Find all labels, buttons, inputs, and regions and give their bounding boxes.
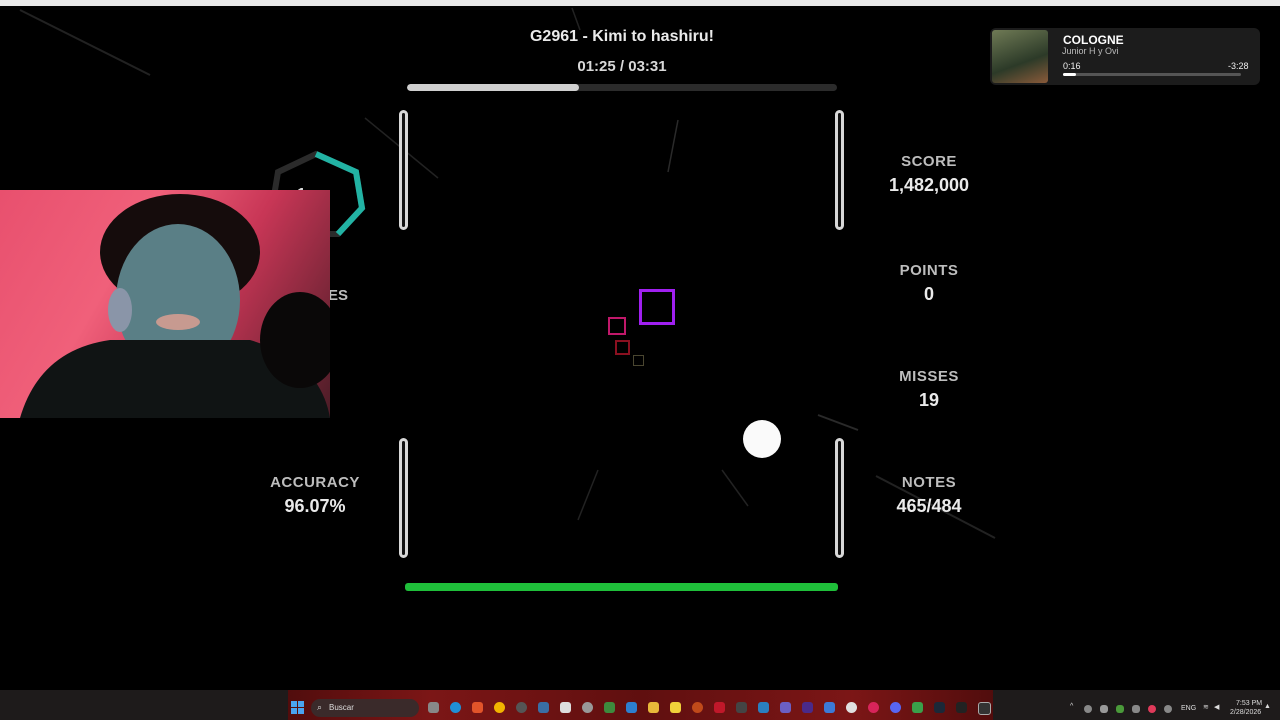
notes-value: 465/484 [896,496,962,516]
chevron-up-icon[interactable]: ^ [1070,703,1073,710]
clock-date[interactable]: 2/28/2026 [1230,709,1261,716]
note-square [639,289,675,325]
game-window-icon[interactable] [978,702,991,715]
tray-icon[interactable] [1100,705,1108,713]
health-bar [405,583,838,591]
search-placeholder: Buscar [329,703,354,712]
discord-icon[interactable] [890,702,901,713]
misses-value: 19 [918,390,940,410]
hidden-stat-label: ES [328,287,349,304]
taskbar-search[interactable] [311,699,419,717]
streak-line [667,119,679,173]
volume-icon[interactable]: ◀ [1214,703,1219,711]
now-playing-elapsed: 0:16 [1063,61,1081,71]
streamer-silhouette [20,194,330,418]
misses-label: MISSES [899,368,959,385]
notepad-icon[interactable] [824,702,835,713]
clock-time[interactable]: 7:53 PM [1236,700,1262,707]
note-square [633,355,644,366]
now-playing-progress-fill [1063,73,1077,76]
chrome-icon[interactable] [846,702,857,713]
app-icon[interactable] [780,702,791,713]
microphone-icon[interactable] [1164,705,1172,713]
tray-icon[interactable] [1084,705,1092,713]
points-label: POINTS [899,262,959,279]
sticky-notes-icon[interactable] [670,702,681,713]
now-playing-widget[interactable]: COLOGNE Junior H y Ovi 0:16 -3:28 [990,28,1260,85]
now-playing-artist: Junior H y Ovi [1062,46,1119,56]
brave-icon[interactable] [472,702,483,713]
streak-line [721,469,749,507]
score-value: 1,482,000 [888,175,970,195]
notification-bell-icon[interactable]: ▲ [1264,703,1271,710]
streak-line [817,414,859,431]
mail-icon[interactable] [626,702,637,713]
app-icon[interactable] [956,702,967,713]
now-playing-progress[interactable] [1063,73,1241,76]
streak-line [19,9,151,76]
wifi-icon[interactable]: ≋ [1203,703,1209,711]
obs-icon[interactable] [516,702,527,713]
search-icon: ⌕ [317,702,323,712]
points-value: 0 [923,284,934,304]
chrome-icon[interactable] [494,702,505,713]
now-playing-remaining: -3:28 [1228,61,1249,71]
player-cursor[interactable] [743,420,781,458]
app-icon[interactable] [604,702,615,713]
note-square [608,317,626,335]
edge-icon[interactable] [450,702,461,713]
frame-bracket-top-right [835,110,844,230]
notes-label: NOTES [901,474,957,491]
score-label: SCORE [901,153,957,170]
windows-start-icon[interactable] [291,701,304,714]
accuracy-value: 96.07% [284,496,346,516]
task-view-icon[interactable] [428,702,439,713]
song-time: 01:25 / 03:31 [577,58,667,75]
app-icon[interactable] [758,702,769,713]
app-icon[interactable] [692,702,703,713]
app-icon[interactable] [538,702,549,713]
tray-icon[interactable] [1116,705,1124,713]
app-icon[interactable] [714,702,725,713]
note-square [615,340,630,355]
album-art [992,30,1048,83]
webcam-overlay [0,190,330,418]
accuracy-label: ACCURACY [270,474,360,491]
song-title: G2961 - Kimi to hashiru! [529,28,715,45]
frame-bracket-top-left [399,110,408,230]
app-icon[interactable] [912,702,923,713]
tray-icon[interactable] [1132,705,1140,713]
tray-icon[interactable] [1148,705,1156,713]
app-icon[interactable] [868,702,879,713]
app-icon[interactable] [736,702,747,713]
language-indicator[interactable]: ENG [1181,705,1196,712]
steam-icon[interactable] [934,702,945,713]
now-playing-title: COLOGNE [1063,33,1124,47]
streak-line [577,469,599,521]
song-progress-bar [407,84,837,91]
streak-line [571,7,581,31]
song-progress-fill [407,84,579,91]
file-explorer-icon[interactable] [648,702,659,713]
qr-app-icon[interactable] [560,702,571,713]
settings-icon[interactable] [582,702,593,713]
app-icon[interactable] [802,702,813,713]
